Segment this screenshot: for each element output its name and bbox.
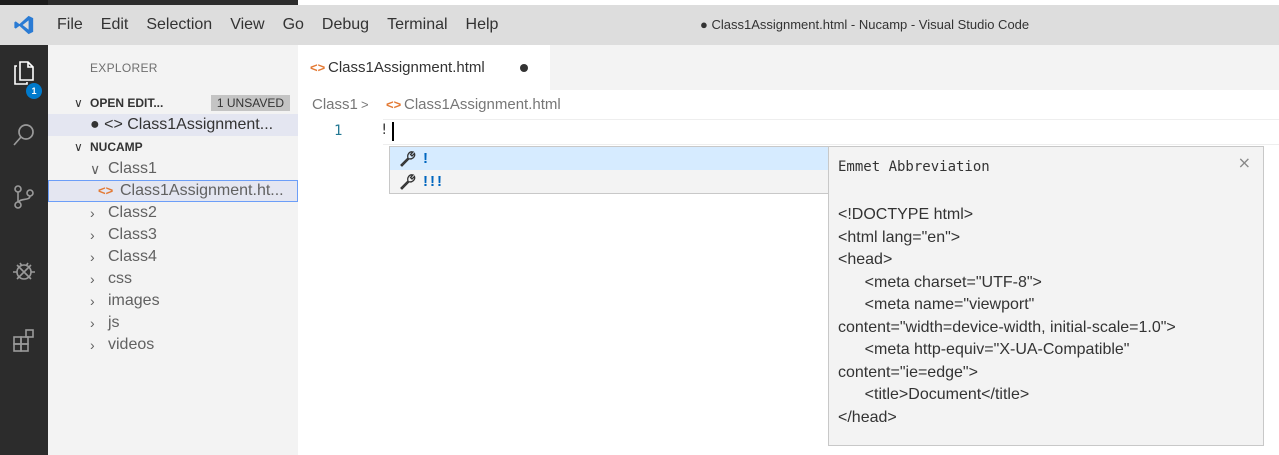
chevron-right-icon: ›: [90, 227, 95, 243]
open-editors-header[interactable]: ∨ OPEN EDIT... 1 UNSAVED: [48, 92, 298, 114]
tree-folder-class1[interactable]: ∨ Class1: [48, 158, 298, 180]
extensions-icon[interactable]: [0, 317, 48, 365]
suggest-details-panel: Emmet Abbreviation × <!DOCTYPE html> <ht…: [828, 146, 1264, 446]
tab-label: Class1Assignment.html: [328, 59, 485, 76]
window-title: ● Class1Assignment.html - Nucamp - Visua…: [700, 17, 1030, 32]
html-file-icon: <>: [98, 183, 114, 198]
chevron-right-icon: ›: [90, 271, 95, 287]
explorer-icon[interactable]: 1: [0, 49, 48, 99]
source-control-icon[interactable]: [0, 173, 48, 221]
chevron-right-icon: ›: [90, 205, 95, 221]
tree-label: images: [108, 292, 160, 309]
vscode-logo-icon[interactable]: [0, 5, 48, 45]
tree-label: Class1: [108, 160, 157, 177]
breadcrumb-folder[interactable]: Class1: [312, 90, 358, 119]
wrench-icon: [399, 173, 417, 197]
menu-edit[interactable]: Edit: [92, 5, 138, 45]
search-icon[interactable]: [0, 111, 48, 159]
unsaved-badge: 1 UNSAVED: [210, 95, 290, 111]
explorer-sidebar: EXPLORER ∨ OPEN EDIT... 1 UNSAVED ● <> C…: [48, 45, 298, 455]
text-cursor: [392, 122, 394, 141]
close-icon[interactable]: ×: [1238, 153, 1251, 172]
tree-file-class1assignment[interactable]: <> Class1Assignment.ht...: [48, 180, 298, 202]
tree-label: Class1Assignment.ht...: [120, 182, 284, 199]
menu-bar: File Edit Selection View Go Debug Termin…: [48, 5, 507, 45]
chevron-down-icon: ∨: [74, 140, 83, 154]
code-text[interactable]: !: [380, 122, 388, 138]
menu-selection[interactable]: Selection: [137, 5, 221, 45]
suggestion-item[interactable]: !!!: [390, 170, 828, 193]
chevron-right-icon: ›: [90, 315, 95, 331]
tree-label: Class3: [108, 226, 157, 243]
breadcrumb-separator-icon: >: [361, 97, 369, 112]
tree-label: Class4: [108, 248, 157, 265]
editor-tabs: <> Class1Assignment.html: [298, 45, 1279, 90]
project-label: NUCAMP: [90, 140, 143, 154]
menu-view[interactable]: View: [221, 5, 273, 45]
unsaved-dot-icon[interactable]: [520, 64, 528, 72]
line-number: 1: [334, 123, 343, 139]
debug-icon[interactable]: [0, 247, 48, 295]
tree-folder-class4[interactable]: › Class4: [48, 246, 298, 268]
html-file-icon: <>: [310, 60, 326, 75]
chevron-right-icon: ›: [90, 293, 95, 309]
tree-folder-class2[interactable]: › Class2: [48, 202, 298, 224]
open-editor-item[interactable]: ● <> Class1Assignment...: [48, 114, 298, 136]
menu-help[interactable]: Help: [457, 5, 508, 45]
tree-folder-css[interactable]: › css: [48, 268, 298, 290]
explorer-title: EXPLORER: [90, 61, 158, 75]
open-editors-label: OPEN EDIT...: [90, 96, 164, 110]
menu-terminal[interactable]: Terminal: [378, 5, 456, 45]
tab-class1assignment[interactable]: <> Class1Assignment.html: [298, 45, 550, 90]
breadcrumb: Class1 > <> Class1Assignment.html: [298, 90, 1279, 119]
menu-go[interactable]: Go: [274, 5, 313, 45]
tree-label: Class2: [108, 204, 157, 221]
tree-folder-images[interactable]: › images: [48, 290, 298, 312]
suggestion-label: !: [423, 150, 430, 167]
open-editor-label: ● <> Class1Assignment...: [90, 116, 274, 133]
chevron-right-icon: ›: [90, 337, 95, 353]
tree-folder-class3[interactable]: › Class3: [48, 224, 298, 246]
menu-file[interactable]: File: [48, 5, 92, 45]
details-body: <!DOCTYPE html> <html lang="en"> <head> …: [838, 206, 1176, 426]
chevron-down-icon: ∨: [90, 161, 101, 177]
title-bar: File Edit Selection View Go Debug Termin…: [0, 5, 1279, 45]
suggest-widget: ! !!!: [389, 146, 829, 194]
suggestion-item[interactable]: !: [390, 147, 828, 170]
suggestion-label: !!!: [423, 173, 444, 190]
activity-bar: 1: [0, 45, 48, 455]
html-file-icon: <>: [386, 97, 402, 112]
tree-folder-videos[interactable]: › videos: [48, 334, 298, 356]
project-header[interactable]: ∨ NUCAMP: [48, 136, 298, 158]
chevron-down-icon: ∨: [74, 96, 83, 110]
details-title: Emmet Abbreviation: [838, 159, 990, 175]
breadcrumb-file[interactable]: Class1Assignment.html: [404, 90, 561, 119]
menu-debug[interactable]: Debug: [313, 5, 378, 45]
tree-folder-js[interactable]: › js: [48, 312, 298, 334]
current-line-highlight: [383, 119, 1279, 145]
tree-label: videos: [108, 336, 155, 353]
explorer-badge: 1: [26, 83, 42, 99]
chevron-right-icon: ›: [90, 249, 95, 265]
tree-label: css: [108, 270, 132, 287]
tree-label: js: [108, 314, 120, 331]
